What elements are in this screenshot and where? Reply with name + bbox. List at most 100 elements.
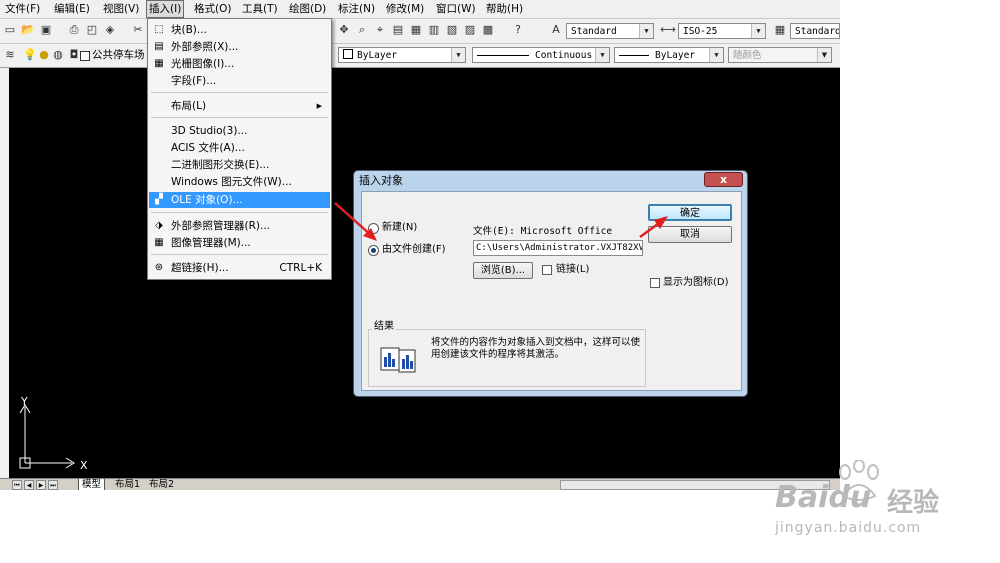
plot-style-select: 随颜色 ▼ [728, 47, 832, 63]
insert-object-dialog: 插入对象 x 新建(N) 由文件创建(F) 文件(E): Microsoft O… [353, 170, 748, 397]
chevron-down-icon: ▼ [639, 24, 653, 38]
sheet-set-icon[interactable]: ▧ [444, 22, 460, 38]
table-style-icon: ▦ [774, 23, 786, 36]
publish-icon[interactable]: ◈ [102, 22, 118, 38]
menu-item-layout[interactable]: 布局(L) ▶ [149, 98, 330, 114]
lineweight-select[interactable]: ByLayer ▼ [614, 47, 724, 63]
show-as-icon-label: 显示为图标(D) [663, 277, 729, 288]
insert-document-icon [380, 347, 416, 373]
help-icon[interactable]: ? [510, 22, 526, 38]
ole-object-icon: ▞ [155, 194, 163, 205]
menu-item-hyperlink[interactable]: ⊛ 超链接(H)... CTRL+K [149, 260, 330, 276]
layer-manager-icon[interactable]: ≋ [2, 47, 18, 63]
menu-insert[interactable]: 插入(I) [146, 0, 185, 18]
design-center-icon[interactable]: ▦ [408, 22, 424, 38]
tab-layout1[interactable]: 布局1 [112, 479, 143, 490]
ok-button[interactable]: 确定 [648, 204, 732, 221]
layer-color-swatch [80, 51, 90, 61]
linetype-select[interactable]: Continuous ▼ [472, 47, 610, 63]
chevron-down-icon: ▼ [817, 48, 831, 62]
browse-button[interactable]: 浏览(B)... [473, 262, 533, 279]
properties-toolbar: ≋ 💡 ● ◍ ◘ 公共停车场 ByLayer ▼ Continuous ▼ ByL… [0, 44, 840, 68]
layer-lock-icon[interactable]: ◍ [50, 47, 66, 63]
result-group: 将文件的内容作为对象插入到文档中，这样可以使用创建该文件的程序将其激活。 [368, 329, 646, 387]
properties-icon[interactable]: ▤ [390, 22, 406, 38]
result-description: 将文件的内容作为对象插入到文档中，这样可以使用创建该文件的程序将其激活。 [431, 337, 641, 360]
save-icon[interactable]: ▣ [38, 22, 54, 38]
menu-item-xref[interactable]: ▤ 外部参照(X)... [149, 39, 330, 55]
menu-tools[interactable]: 工具(T) [240, 1, 280, 17]
tab-next-icon[interactable]: ▶ [36, 480, 46, 490]
menu-format[interactable]: 格式(O) [192, 1, 233, 17]
plot-icon[interactable]: ⎙ [66, 22, 82, 38]
zoom-realtime-icon[interactable]: ⌕ [354, 22, 370, 38]
zoom-previous-icon[interactable]: ⌖ [372, 22, 388, 38]
menu-item-block[interactable]: ⬚ 块(B)... [149, 22, 330, 38]
color-select[interactable]: ByLayer ▼ [338, 47, 466, 63]
show-as-icon-checkbox[interactable] [650, 278, 660, 288]
insert-menu-dropdown: ⬚ 块(B)... ▤ 外部参照(X)... ▦ 光栅图像(I)... 字段(F)..… [147, 18, 332, 280]
menu-item-acis[interactable]: ACIS 文件(A)... [149, 140, 330, 156]
ucs-x-label: X [80, 459, 88, 472]
menu-item-xref-manager[interactable]: ⬗ 外部参照管理器(R)... [149, 218, 330, 234]
menu-separator [151, 92, 328, 93]
menu-edit[interactable]: 编辑(E) [52, 1, 92, 17]
new-file-icon[interactable]: ▭ [2, 22, 18, 38]
menu-item-3d-studio[interactable]: 3D Studio(3)... [149, 123, 330, 139]
link-checkbox[interactable] [542, 265, 552, 275]
baidu-watermark: Baidu 经验 jingyan.baidu.com [765, 460, 990, 555]
color-swatch [343, 49, 353, 59]
radio-new-label: 新建(N) [382, 222, 418, 233]
menu-item-wmf[interactable]: Windows 图元文件(W)... [149, 174, 330, 190]
dim-style-icon: ⟷ [660, 23, 676, 36]
menu-window[interactable]: 窗口(W) [434, 1, 478, 17]
xref-icon: ▤ [154, 41, 164, 52]
menu-help[interactable]: 帮助(H) [484, 1, 525, 17]
tab-layout2[interactable]: 布局2 [146, 479, 177, 490]
chevron-down-icon: ▼ [595, 48, 609, 62]
open-file-icon[interactable]: 📂 [20, 22, 36, 38]
menu-item-image-manager[interactable]: ▦ 图像管理器(M)... [149, 235, 330, 251]
table-style-select[interactable]: Standard [790, 23, 840, 39]
pan-icon[interactable]: ✥ [336, 22, 352, 38]
chevron-down-icon: ▼ [451, 48, 465, 62]
text-style-icon: A [552, 23, 560, 36]
markup-icon[interactable]: ▨ [462, 22, 478, 38]
tab-model[interactable]: 模型 [78, 479, 106, 490]
menu-file[interactable]: 文件(F) [3, 1, 42, 17]
menu-view[interactable]: 视图(V) [101, 1, 141, 17]
quickcalc-icon[interactable]: ▩ [480, 22, 496, 38]
watermark-url: jingyan.baidu.com [775, 520, 922, 536]
menu-item-binary-dxf[interactable]: 二进制图形交换(E)... [149, 157, 330, 173]
menu-separator [151, 117, 328, 118]
menu-item-field[interactable]: 字段(F)... [149, 73, 330, 89]
watermark-brand: Baidu [775, 480, 872, 515]
lineweight-sample [619, 55, 649, 56]
dialog-title: 插入对象 [359, 174, 403, 187]
menu-draw[interactable]: 绘图(D) [287, 1, 328, 17]
raster-image-icon: ▦ [154, 58, 164, 69]
tab-last-icon[interactable]: ⏭ [48, 480, 58, 490]
file-path-input[interactable]: C:\Users\Administrator.VXJT82XV4 [473, 240, 643, 256]
tool-palettes-icon[interactable]: ▥ [426, 22, 442, 38]
menu-item-raster-image[interactable]: ▦ 光栅图像(I)... [149, 56, 330, 72]
radio-from-file[interactable] [368, 245, 379, 256]
close-button[interactable]: x [704, 172, 743, 187]
cancel-button[interactable]: 取消 [648, 226, 732, 243]
tab-prev-icon[interactable]: ◀ [24, 480, 34, 490]
result-title: 结果 [372, 321, 396, 333]
menu-modify[interactable]: 修改(M) [384, 1, 426, 17]
preview-icon[interactable]: ◰ [84, 22, 100, 38]
menu-bar: 文件(F) 编辑(E) 视图(V) 插入(I) 格式(O) 工具(T) 绘图(D… [0, 0, 840, 19]
layer-name[interactable]: 公共停车场 [92, 48, 145, 62]
dim-style-select[interactable]: ISO-25 ▼ [678, 23, 766, 39]
layout-tab-bar: ⏮ ◀ ▶ ⏭ 模型 布局1 布局2 [0, 478, 840, 490]
menu-dimension[interactable]: 标注(N) [336, 1, 377, 17]
xref-manager-icon: ⬗ [155, 220, 163, 231]
radio-new[interactable] [368, 223, 379, 234]
cut-icon[interactable]: ✂ [130, 22, 146, 38]
tab-first-icon[interactable]: ⏮ [12, 480, 22, 490]
text-style-select[interactable]: Standard ▼ [566, 23, 654, 39]
menu-item-ole-object[interactable]: ▞ OLE 对象(O)... [149, 192, 330, 208]
submenu-arrow-icon: ▶ [316, 102, 322, 110]
